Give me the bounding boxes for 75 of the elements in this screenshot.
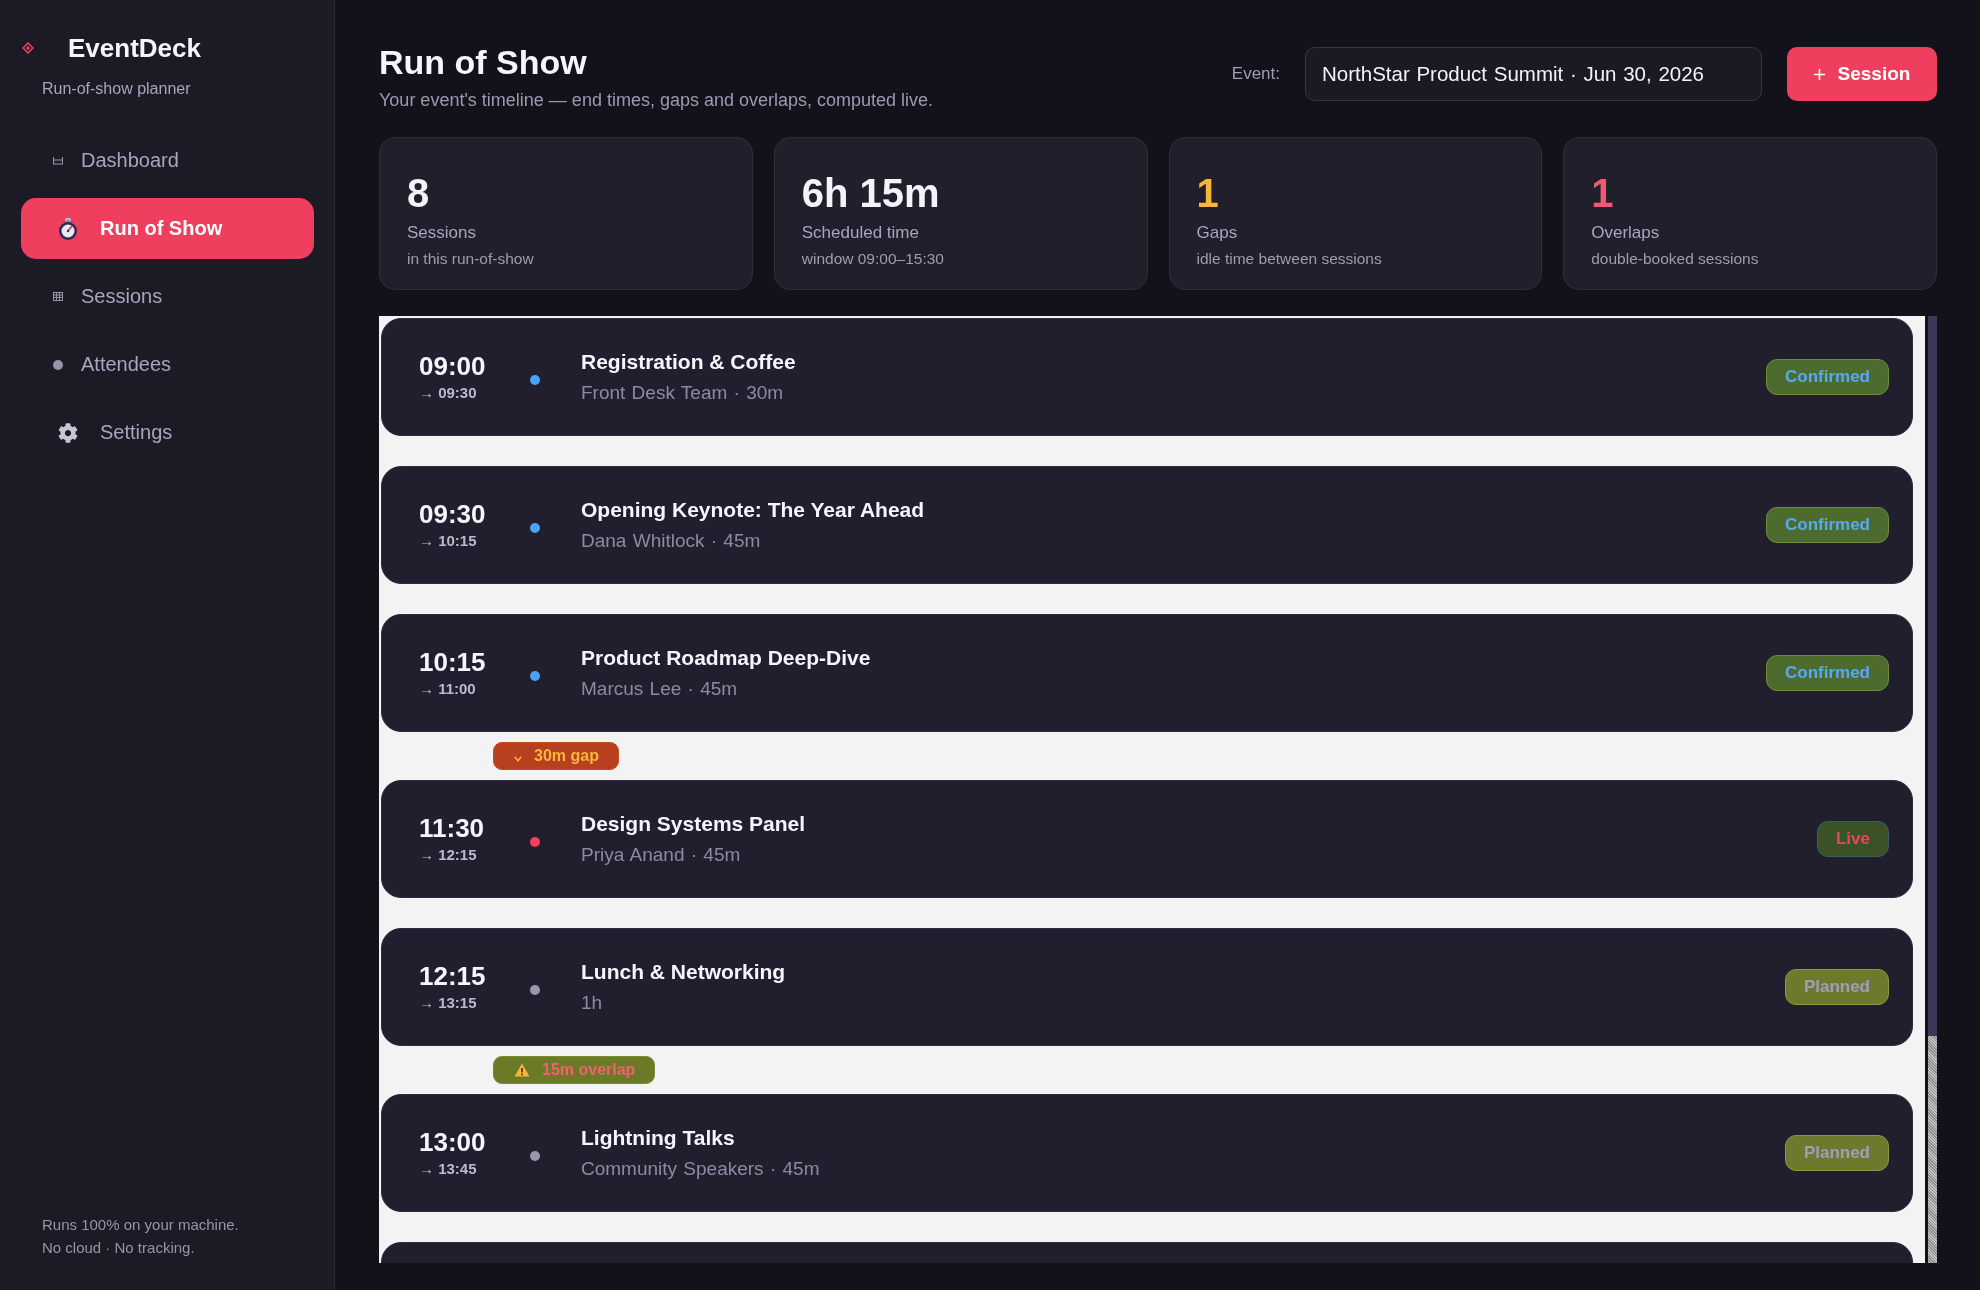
event-select[interactable]: NorthStar Product Summit · Jun 30, 2026 bbox=[1305, 47, 1762, 101]
session-card[interactable]: 09:00 → 09:30 Registration & Coffee Front Desk Team · 30m Confirmed bbox=[381, 318, 1913, 436]
session-title: Registration & Coffee bbox=[581, 349, 796, 375]
session-title: Product Roadmap Deep-Dive bbox=[581, 645, 871, 671]
start-time: 12:15 bbox=[419, 961, 486, 991]
start-time: 09:30 bbox=[419, 499, 486, 529]
stat-note: window 09:00–15:30 bbox=[801, 249, 944, 269]
status-badge: Confirmed bbox=[1766, 507, 1889, 543]
settings-icon bbox=[58, 422, 78, 443]
session-meta: Community Speakers · 45m bbox=[581, 1157, 820, 1181]
stat-note: double-booked sessions bbox=[1591, 249, 1759, 269]
session-card[interactable]: 09:30 → 10:15 Opening Keynote: The Year Ahead Dana Whitlock · 45m Confirmed bbox=[381, 466, 1913, 584]
start-time: 10:15 bbox=[419, 647, 486, 677]
event-label: Event: bbox=[1231, 64, 1280, 84]
session-card[interactable]: 11:30 → 12:15 Design Systems Panel Priya Anand · 45m Live bbox=[381, 780, 1913, 898]
sidebar-item[interactable]: Attendees bbox=[21, 334, 314, 395]
session-meta: Dana Whitlock · 45m bbox=[581, 529, 761, 553]
sidebar-item[interactable]: Dashboard bbox=[21, 130, 314, 191]
session-meta: Marcus Lee · 45m bbox=[581, 677, 738, 701]
session-meta: Front Desk Team · 30m bbox=[581, 381, 784, 405]
session-title: Lunch & Networking bbox=[581, 959, 786, 985]
sidebar-item[interactable]: Sessions bbox=[21, 266, 314, 327]
brand-tagline: Run-of-show planner bbox=[42, 79, 191, 99]
status-badge: Live bbox=[1816, 821, 1889, 857]
stat-value: 1 bbox=[1196, 170, 1219, 217]
gap-badge: 30m gap bbox=[493, 742, 619, 770]
page-title: Run of Show bbox=[379, 42, 587, 82]
stat-value: 1 bbox=[1591, 170, 1614, 217]
warning-icon bbox=[514, 1063, 530, 1077]
stat-label: Sessions bbox=[407, 222, 476, 244]
plus-icon bbox=[1813, 68, 1825, 80]
sidebar-item[interactable]: Run of Show bbox=[21, 198, 314, 259]
end-time: → 11:00 bbox=[419, 679, 476, 699]
add-session-button[interactable]: Session bbox=[1787, 47, 1937, 101]
stat-label: Overlaps bbox=[1591, 222, 1660, 244]
dot-icon bbox=[53, 359, 63, 370]
stat-label: Gaps bbox=[1196, 222, 1238, 244]
session-meta: Priya Anand · 45m bbox=[581, 843, 741, 867]
end-time: → 10:15 bbox=[419, 531, 477, 551]
end-time: → 12:15 bbox=[419, 845, 477, 865]
session-meta: 1h bbox=[581, 991, 603, 1015]
lines-icon bbox=[53, 156, 63, 165]
stat-value: 6h 15m bbox=[801, 170, 940, 217]
chevron-down-icon bbox=[514, 755, 522, 762]
session-title: Lightning Talks bbox=[581, 1125, 735, 1151]
stat-label: Scheduled time bbox=[801, 222, 919, 244]
stat-note: idle time between sessions bbox=[1196, 249, 1382, 269]
stat-note: in this run-of-show bbox=[407, 249, 534, 269]
overlap-badge: 15m overlap bbox=[493, 1056, 656, 1084]
session-card[interactable]: 12:15 → 13:15 Lunch & Networking 1h Planned bbox=[381, 928, 1913, 1046]
status-badge: Confirmed bbox=[1766, 655, 1889, 691]
session-title: Opening Keynote: The Year Ahead bbox=[581, 497, 925, 523]
start-time: 11:30 bbox=[419, 813, 485, 843]
status-badge: Planned bbox=[1784, 969, 1889, 1005]
end-time: → 13:45 bbox=[419, 1159, 477, 1179]
start-time: 09:00 bbox=[419, 351, 486, 381]
page-subtitle: Your event's timeline — end times, gaps and overlaps, computed live. bbox=[379, 89, 934, 112]
stopwatch-icon bbox=[58, 217, 78, 240]
status-badge: Confirmed bbox=[1766, 359, 1889, 395]
session-card[interactable]: 13:00 → 13:45 Lightning Talks Community Speakers · 45m Planned bbox=[381, 1094, 1913, 1212]
stat-value: 8 bbox=[407, 170, 430, 217]
start-time: 13:00 bbox=[419, 1127, 486, 1157]
grid-icon bbox=[53, 292, 63, 301]
diamond-logo-icon bbox=[22, 42, 34, 54]
session-title: Design Systems Panel bbox=[581, 811, 806, 837]
footer-note: No cloud · No tracking. bbox=[42, 1238, 195, 1258]
scrollbar-track[interactable] bbox=[1928, 316, 1937, 1263]
end-time: → 09:30 bbox=[419, 383, 477, 403]
status-badge: Planned bbox=[1784, 1135, 1889, 1171]
scrollbar-thumb[interactable] bbox=[1928, 316, 1937, 1036]
sidebar-item[interactable]: Settings bbox=[21, 402, 314, 463]
end-time: → 13:15 bbox=[419, 993, 477, 1013]
footer-note: Runs 100% on your machine. bbox=[42, 1215, 239, 1235]
brand-name: EventDeck bbox=[68, 32, 201, 64]
session-card[interactable]: 10:15 → 11:00 Product Roadmap Deep-Dive Marcus Lee · 45m Confirmed bbox=[381, 614, 1913, 732]
